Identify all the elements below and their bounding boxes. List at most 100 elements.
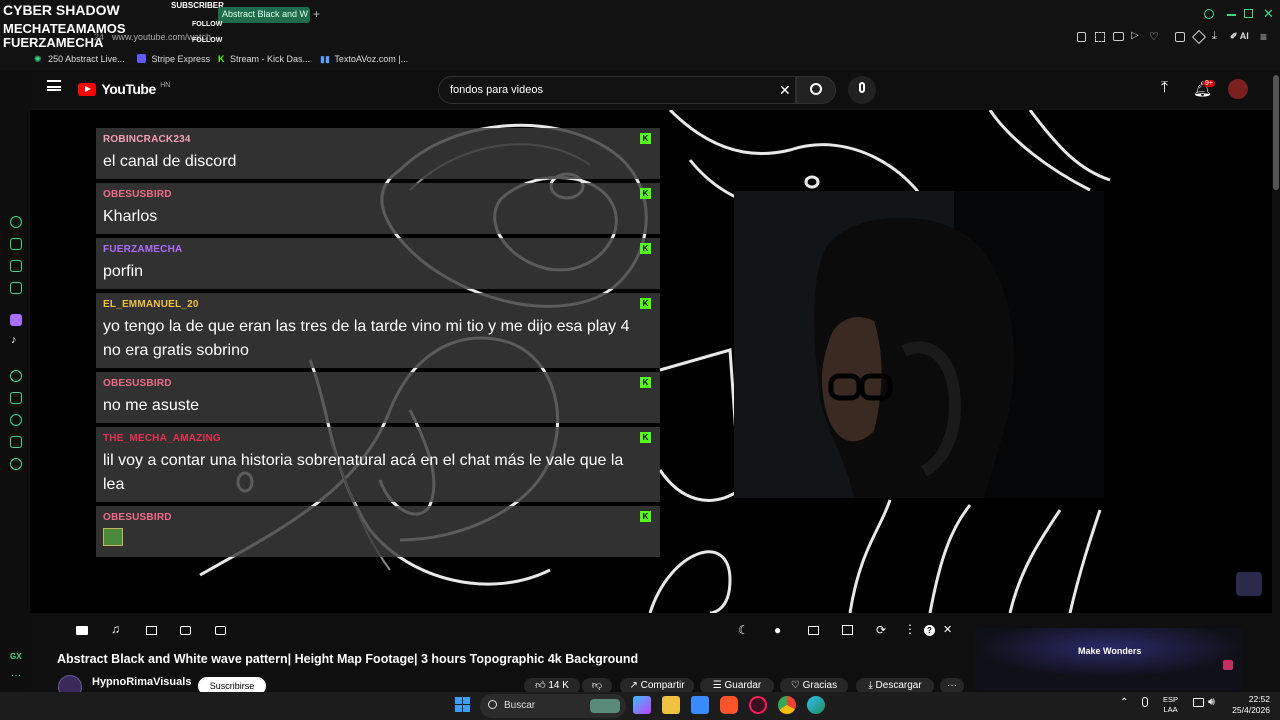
extensions-icon[interactable] (1175, 32, 1185, 42)
ad-badge-icon (1223, 660, 1233, 670)
clock-date: 25/4/2026 (1232, 705, 1270, 715)
chat-text: el canal de discord (103, 153, 237, 170)
kick-icon: K (640, 511, 651, 522)
overlay-badge-follow-1: FOLLOW (192, 21, 223, 28)
scrollbar-thumb[interactable] (1273, 75, 1279, 190)
cleaner-icon[interactable] (10, 260, 22, 272)
start-button[interactable] (455, 697, 471, 713)
kick-icon: K (640, 298, 651, 309)
bookmark-1[interactable]: ✺ 250 Abstract Live... (34, 54, 125, 65)
network-icon[interactable] (1193, 698, 1204, 707)
channel-name[interactable]: HypnoRimaVisuals (92, 676, 191, 688)
language-indicator[interactable]: ESP LAA (1163, 695, 1178, 715)
file-explorer-icon[interactable] (662, 696, 680, 714)
pin-sidebar-icon[interactable] (10, 392, 22, 404)
more-icon[interactable]: ··· (11, 670, 21, 681)
tray-chevron-icon[interactable]: ⌃ (1120, 697, 1128, 708)
settings-icon[interactable] (10, 458, 22, 470)
bookmark-4[interactable]: ▮▮ TextoAVoz.com |... (320, 54, 408, 65)
minimize-icon[interactable] (1227, 14, 1236, 16)
search-icon (810, 83, 822, 95)
bookmark-2[interactable]: Stripe Express (137, 54, 210, 64)
search-input[interactable]: fondos para videos (450, 84, 543, 96)
bookmarks-bar: ✺ 250 Abstract Live... Stripe Express K … (0, 50, 1280, 70)
volume-icon[interactable]: 🔊︎ (1208, 696, 1215, 709)
kick-icon: K (218, 54, 225, 64)
store-icon[interactable] (691, 696, 709, 714)
light-bulb-icon[interactable]: ● (774, 623, 781, 637)
image-icon[interactable] (146, 626, 157, 635)
stripe-icon (137, 54, 146, 63)
captions-icon[interactable] (180, 626, 191, 635)
ad-panel[interactable]: Make Wonders (975, 628, 1243, 690)
player-icon[interactable] (10, 370, 22, 382)
copy-icon[interactable] (842, 625, 853, 635)
copilot-icon[interactable] (633, 696, 651, 714)
tiktok-icon[interactable]: ♪ (11, 334, 17, 346)
help-icon[interactable]: ? (924, 625, 935, 636)
taskbar-search-placeholder: Buscar (504, 700, 536, 711)
save-label: Guardar (724, 680, 762, 691)
cube-icon[interactable] (1191, 29, 1207, 45)
screenshot-icon[interactable] (1095, 32, 1105, 42)
clock-time: 22:52 (1248, 694, 1270, 704)
new-tab-button[interactable]: + (313, 7, 320, 21)
screenshot-camera-icon[interactable] (215, 626, 226, 635)
speed-dial-icon[interactable] (10, 216, 22, 228)
brave-icon[interactable] (720, 696, 738, 714)
chrome-icon[interactable] (778, 696, 796, 714)
page-scrollbar[interactable] (1272, 70, 1280, 692)
taskbar-search[interactable]: Buscar (480, 694, 626, 718)
clear-search-icon[interactable]: ✕ (779, 82, 791, 99)
play-icon[interactable]: ▷ (1131, 30, 1139, 41)
gx-label: GX (10, 652, 22, 661)
microphone-tray-icon[interactable] (1142, 697, 1148, 707)
overlay-badge-subscriber: SUBSCRIBER (171, 1, 224, 10)
loop-icon[interactable]: ⟳ (876, 623, 886, 637)
emote-icon (103, 528, 123, 546)
upload-icon[interactable]: ⤒ (1161, 79, 1168, 97)
extensions-sidebar-icon[interactable] (10, 436, 22, 448)
chat-username: EL_EMMANUEL_20 (103, 299, 199, 310)
search-icon[interactable] (1204, 9, 1214, 19)
miniplayer-icon[interactable] (808, 626, 819, 635)
search-button[interactable] (796, 76, 836, 104)
channel-watermark[interactable] (1236, 572, 1262, 596)
voice-search-button[interactable] (848, 76, 876, 104)
share-label: Compartir (640, 680, 685, 691)
heart-icon[interactable]: ♡ (1149, 30, 1159, 43)
chat-text: no me asuste (103, 397, 200, 414)
close-window-icon[interactable]: ✕ (1263, 6, 1274, 22)
like-count: 14 K (548, 680, 569, 691)
camera-icon[interactable] (1113, 32, 1124, 41)
menu-icon[interactable]: ≡ (1260, 30, 1267, 44)
youtube-logo-text: YouTube (101, 81, 156, 97)
search-box[interactable]: fondos para videos ✕ (438, 76, 796, 104)
pin-icon[interactable] (1077, 32, 1086, 42)
restore-icon[interactable] (1244, 9, 1253, 18)
browser-tab[interactable]: Abstract Black and W (218, 7, 310, 23)
history-icon[interactable] (10, 414, 22, 426)
hamburger-icon[interactable] (47, 80, 61, 91)
chat-username: THE_MECHA_AMAZING (103, 433, 221, 444)
browser-sidebar: ♪ GX ··· (0, 70, 30, 692)
clock[interactable]: 22:52 25/4/2026 (1228, 694, 1270, 716)
avatar[interactable] (1228, 79, 1248, 99)
video-camera-icon[interactable] (76, 626, 88, 635)
download-icon[interactable]: ⤓ (1212, 30, 1217, 43)
kick-icon: K (640, 243, 651, 254)
kebab-menu-icon[interactable]: ⋮ (904, 622, 916, 636)
ai-button[interactable]: ✐ AI (1230, 31, 1249, 42)
dark-mode-icon[interactable]: ☾ (738, 623, 749, 637)
close-toolbar-icon[interactable]: ✕ (943, 623, 952, 636)
twitch-icon[interactable] (10, 314, 22, 326)
gx-control-icon[interactable] (10, 238, 22, 250)
opera-gx-icon[interactable] (749, 696, 767, 714)
bookmark-3[interactable]: K Stream - Kick Das... (218, 54, 310, 64)
music-icon[interactable]: ♫ (111, 622, 120, 636)
edge-icon[interactable] (807, 696, 825, 714)
streamer-silhouette (734, 191, 1104, 498)
mail-icon[interactable] (10, 282, 22, 294)
youtube-logo[interactable]: YouTube HN (78, 81, 170, 99)
ad-text: Make Wonders (1078, 646, 1142, 656)
